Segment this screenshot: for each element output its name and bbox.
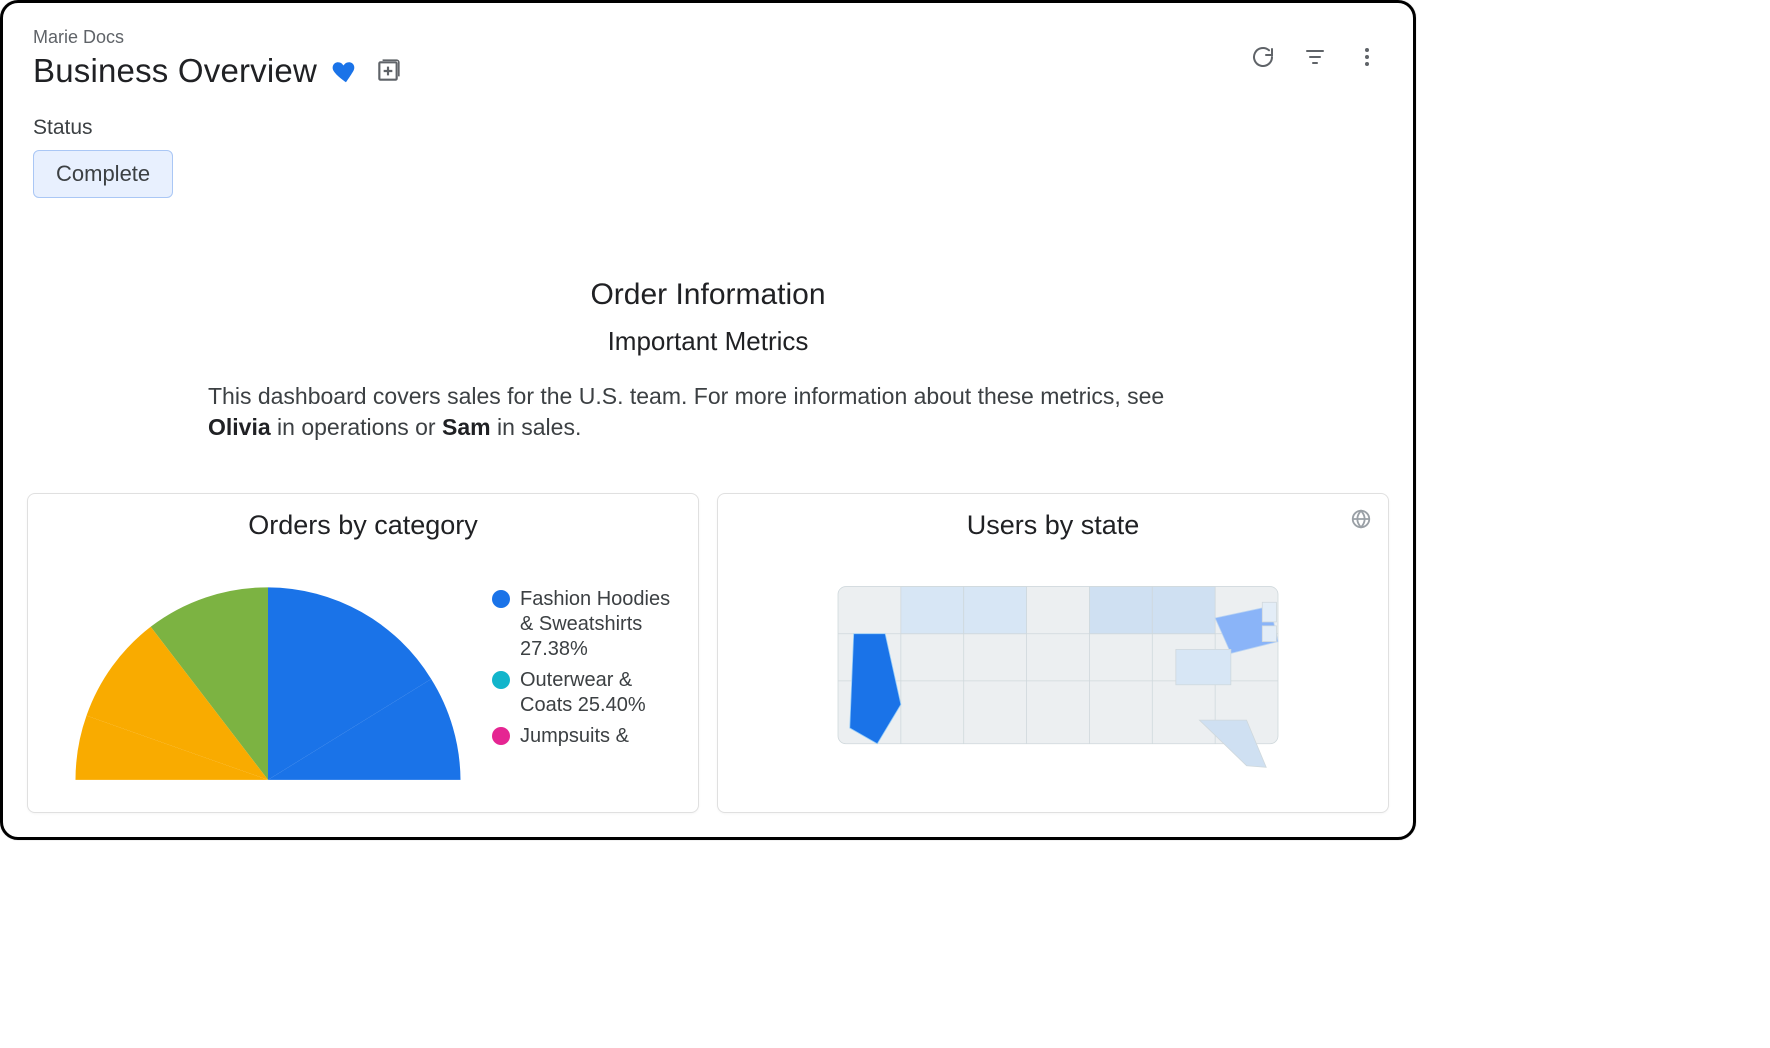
legend-dot-icon <box>492 727 510 745</box>
context-label: Marie Docs <box>33 27 401 48</box>
tile-title: Orders by category <box>28 494 698 551</box>
legend-dot-icon <box>492 671 510 689</box>
pie-legend: Fashion Hoodies & Sweatshirts 27.38% Out… <box>492 587 678 755</box>
refresh-icon[interactable] <box>1251 45 1275 69</box>
desc-text-1: This dashboard covers sales for the U.S.… <box>208 383 1164 409</box>
filter-chip-value: Complete <box>56 161 150 187</box>
add-to-board-icon[interactable] <box>375 58 401 84</box>
us-map <box>718 551 1388 788</box>
favorite-icon[interactable] <box>331 56 361 86</box>
page-title: Business Overview <box>33 52 317 90</box>
header: Marie Docs Business Overview <box>3 3 1413 98</box>
section-title: Order Information <box>3 278 1413 312</box>
legend-label: Jumpsuits & <box>520 724 629 749</box>
pie-chart: Fashion Hoodies & Sweatshirts 27.38% Out… <box>28 551 698 789</box>
section-heading-block: Order Information Important Metrics This… <box>3 278 1413 443</box>
title-row: Business Overview <box>33 52 401 90</box>
filter-chip-status[interactable]: Complete <box>33 150 173 198</box>
header-left: Marie Docs Business Overview <box>33 27 401 90</box>
filters-bar: Status Complete <box>3 98 1413 208</box>
legend-item: Fashion Hoodies & Sweatshirts 27.38% <box>492 587 678 662</box>
more-menu-icon[interactable] <box>1355 45 1379 69</box>
legend-label: Fashion Hoodies & Sweatshirts 27.38% <box>520 587 678 662</box>
tile-users-by-state[interactable]: Users by state <box>717 493 1389 813</box>
desc-text-2: in operations or <box>277 414 442 440</box>
filter-icon[interactable] <box>1303 45 1327 69</box>
section-description: This dashboard covers sales for the U.S.… <box>198 381 1218 443</box>
tile-orders-by-category[interactable]: Orders by category Fashion Hoodi <box>27 493 699 813</box>
desc-bold-1: Olivia <box>208 414 271 440</box>
legend-label: Outerwear & Coats 25.40% <box>520 668 678 718</box>
filter-label-status: Status <box>33 116 1383 140</box>
section-subtitle: Important Metrics <box>3 326 1413 357</box>
dashboard-window: Marie Docs Business Overview <box>0 0 1416 840</box>
legend-item: Outerwear & Coats 25.40% <box>492 668 678 718</box>
us-map-svg <box>738 563 1378 783</box>
desc-bold-2: Sam <box>442 414 491 440</box>
legend-dot-icon <box>492 590 510 608</box>
toolbar <box>1251 27 1387 69</box>
globe-icon[interactable] <box>1350 508 1372 535</box>
tiles-row: Orders by category Fashion Hoodi <box>3 443 1413 813</box>
legend-item: Jumpsuits & <box>492 724 678 749</box>
pie-svg <box>58 569 478 789</box>
tile-title: Users by state <box>718 494 1388 551</box>
desc-text-3: in sales. <box>497 414 581 440</box>
